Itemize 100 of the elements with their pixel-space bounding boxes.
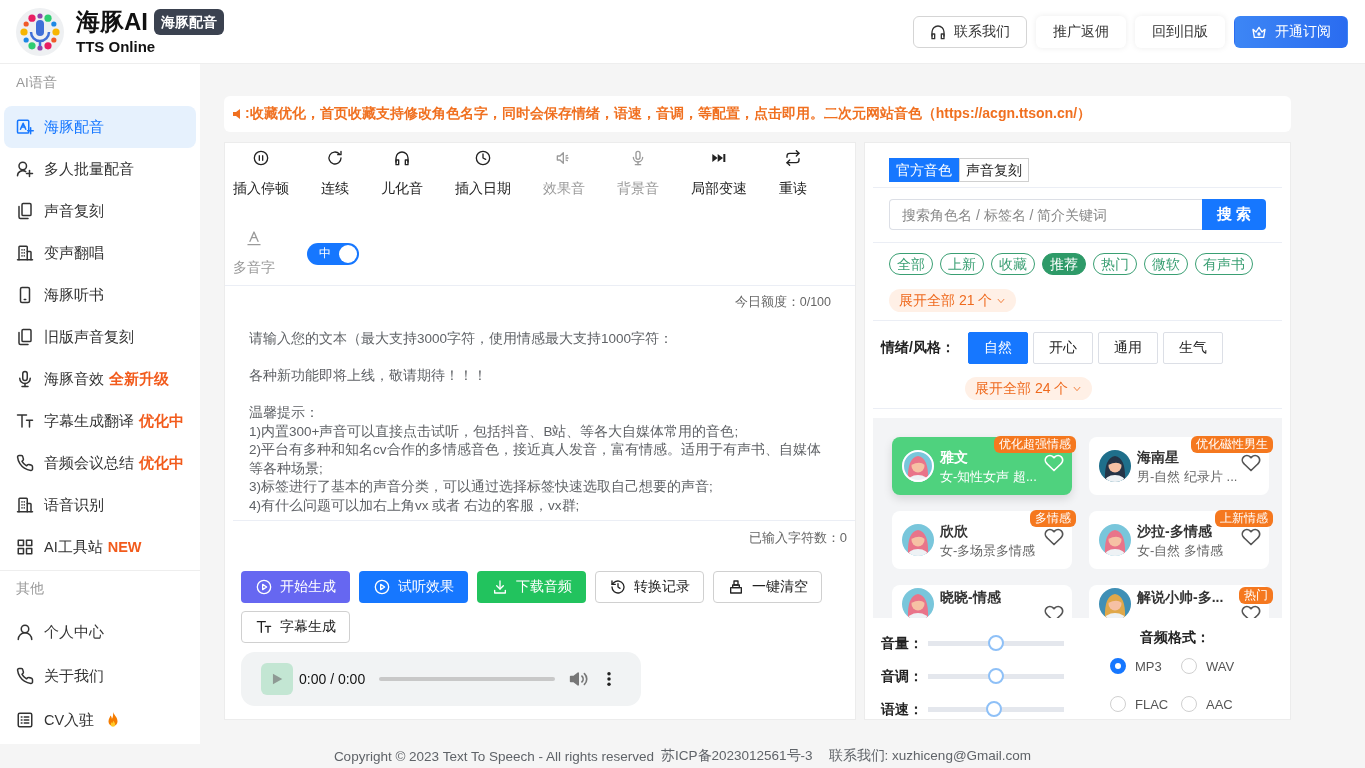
progress-track[interactable] bbox=[379, 677, 555, 681]
slider-thumb[interactable] bbox=[985, 701, 1002, 717]
toolbar-button[interactable]: 局部变速 bbox=[691, 150, 747, 198]
header-button[interactable]: 推广返佣 bbox=[1036, 15, 1126, 48]
action-button[interactable]: 字幕生成 bbox=[241, 611, 350, 643]
sidebar-item[interactable]: 音频会议总结 优化中 bbox=[4, 442, 196, 484]
promo-label: 优化中 bbox=[139, 411, 184, 431]
header-button[interactable]: 开通订阅 bbox=[1234, 15, 1348, 48]
voice-name: 海南星 bbox=[1137, 447, 1179, 466]
section-title: AI语音 bbox=[16, 75, 57, 91]
filter-tag[interactable]: 热门 bbox=[1093, 253, 1137, 275]
text-add-icon bbox=[16, 118, 34, 136]
voice-description: 男-自然 纪录片 ... bbox=[1137, 467, 1238, 485]
action-button[interactable]: 一键清空 bbox=[713, 571, 822, 603]
sidebar-item[interactable]: 语音识别 bbox=[4, 484, 196, 526]
volume-icon[interactable] bbox=[569, 669, 589, 689]
sidebar-item[interactable]: 关于我们 bbox=[4, 654, 196, 698]
building-icon bbox=[16, 244, 34, 262]
action-button[interactable]: 转换记录 bbox=[595, 571, 704, 603]
copy-icon bbox=[16, 202, 34, 220]
sidebar-item[interactable]: 个人中心 bbox=[4, 610, 196, 654]
stamp-icon bbox=[727, 579, 744, 595]
format-option[interactable]: AAC bbox=[1181, 694, 1233, 714]
avatar-icon bbox=[1099, 524, 1131, 556]
emotion-button[interactable]: 通用 bbox=[1098, 332, 1158, 364]
avatar-icon bbox=[902, 524, 934, 556]
voice-tag: 优化超强情感 bbox=[994, 436, 1076, 453]
sidebar-item[interactable]: CV入驻 bbox=[4, 698, 196, 742]
slider-label: 语速： bbox=[881, 700, 923, 718]
promo-label: NEW bbox=[107, 539, 142, 555]
tab[interactable]: 声音复刻 bbox=[959, 158, 1029, 182]
pause-circle-icon bbox=[253, 150, 269, 166]
emotion-button[interactable]: 生气 bbox=[1163, 332, 1223, 364]
emotion-button[interactable]: 自然 bbox=[968, 332, 1028, 364]
notice-text: :收藏优化，首页收藏支持修改角色名字，同时会保存情绪，语速，音调，等配置，点击即用。二次元网站音色（https://acgn.ttson.cn/） bbox=[245, 105, 1092, 123]
slider-thumb[interactable] bbox=[988, 635, 1004, 651]
avatar-icon bbox=[1099, 450, 1131, 482]
history-icon bbox=[609, 579, 626, 595]
sidebar-item[interactable]: 变声翻唱 bbox=[4, 232, 196, 274]
sidebar-item[interactable]: 声音复刻 bbox=[4, 190, 196, 232]
avatar-icon bbox=[1099, 588, 1131, 618]
format-option[interactable]: WAV bbox=[1181, 656, 1235, 676]
site-subtitle: TTS Online bbox=[76, 38, 156, 56]
voice-name: 欣欣 bbox=[940, 521, 968, 540]
promo-label: 全新升级 bbox=[109, 369, 169, 389]
toolbar-button[interactable]: 儿化音 bbox=[381, 150, 423, 198]
placeholder-text: 各种新功能即将上线，敬请期待！！！ bbox=[249, 367, 487, 385]
user-icon bbox=[16, 623, 34, 641]
sidebar-item[interactable]: 旧版声音复刻 bbox=[4, 316, 196, 358]
voice-card[interactable]: 晓晓-情感 bbox=[892, 585, 1072, 618]
sidebar-item[interactable]: 海豚听书 bbox=[4, 274, 196, 316]
heart-icon[interactable] bbox=[1044, 604, 1064, 618]
sidebar-item[interactable]: 字幕生成翻译 优化中 bbox=[4, 400, 196, 442]
placeholder-text: 1)内置300+声音可以直接点击试听，包括抖音、B站、等各大自媒体常用的音色; bbox=[249, 422, 739, 441]
emotion-button[interactable]: 开心 bbox=[1033, 332, 1093, 364]
sidebar-item[interactable]: 海豚配音 bbox=[4, 106, 196, 148]
placeholder-text: 2)平台有多种和知名cv合作的多情感音色，接近真人发音，富有情感。适用于有声书、自媒体等各种场景; bbox=[249, 441, 822, 478]
play-button[interactable] bbox=[261, 663, 293, 695]
filter-tag[interactable]: 推荐 bbox=[1042, 253, 1086, 275]
search-field[interactable]: 搜索角色名 / 标签名 / 简介关键词 bbox=[889, 199, 1202, 230]
headphones-icon bbox=[930, 23, 946, 40]
header-button[interactable]: 回到旧版 bbox=[1135, 15, 1225, 48]
heart-icon[interactable] bbox=[1044, 527, 1064, 547]
avatar-icon bbox=[902, 588, 934, 618]
logo-icon bbox=[16, 7, 64, 56]
search-button[interactable]: 搜 索 bbox=[1202, 199, 1266, 230]
play-icon bbox=[270, 672, 284, 686]
toolbar-button[interactable]: 插入停顿 bbox=[233, 150, 289, 198]
action-button[interactable]: 开始生成 bbox=[241, 571, 350, 603]
action-button[interactable]: 试听效果 bbox=[359, 571, 468, 603]
icp-link[interactable]: 苏ICP备2023012561号-3 bbox=[661, 747, 813, 765]
voice-name: 沙拉-多情感 bbox=[1137, 521, 1212, 540]
tab[interactable]: 官方音色 bbox=[889, 158, 959, 182]
promo-label: 优化中 bbox=[139, 453, 184, 473]
header-button[interactable]: 联系我们 bbox=[913, 15, 1027, 48]
toolbar-button[interactable]: 重读 bbox=[779, 150, 807, 198]
sidebar-item[interactable]: 多人批量配音 bbox=[4, 148, 196, 190]
toolbar-button[interactable]: 连续 bbox=[321, 150, 349, 198]
clock-icon bbox=[475, 150, 491, 166]
voice-tag: 多情感 bbox=[1030, 510, 1076, 527]
heart-icon[interactable] bbox=[1241, 604, 1261, 618]
site-title: 海豚AI bbox=[76, 7, 148, 37]
voice-description: 女-知性女声 超... bbox=[940, 467, 1037, 485]
voice-tag: 优化磁性男生 bbox=[1191, 436, 1273, 453]
player-time: 0:00 / 0:00 bbox=[299, 671, 366, 687]
slider-thumb[interactable] bbox=[988, 668, 1004, 684]
format-title: 音频格式： bbox=[1140, 628, 1210, 646]
placeholder-text: 3)标签进行了基本的声音分类，可以通过选择标签快速选取自己想要的声音; bbox=[249, 478, 713, 496]
heart-icon[interactable] bbox=[1241, 453, 1261, 473]
placeholder-text: 温馨提示： bbox=[249, 404, 319, 422]
filter-tag[interactable]: 上新 bbox=[940, 253, 984, 275]
voice-name: 雅文 bbox=[940, 447, 968, 466]
sidebar-item[interactable]: AI工具站 NEW bbox=[4, 526, 196, 568]
repeat-icon bbox=[785, 150, 801, 166]
heart-icon[interactable] bbox=[1241, 527, 1261, 547]
toolbar-button[interactable]: 插入日期 bbox=[455, 150, 511, 198]
format-option[interactable]: FLAC bbox=[1110, 694, 1169, 714]
sidebar-item[interactable]: 海豚音效 全新升级 bbox=[4, 358, 196, 400]
filter-tag[interactable]: 全部 bbox=[889, 253, 933, 275]
format-option[interactable]: MP3 bbox=[1110, 656, 1162, 676]
